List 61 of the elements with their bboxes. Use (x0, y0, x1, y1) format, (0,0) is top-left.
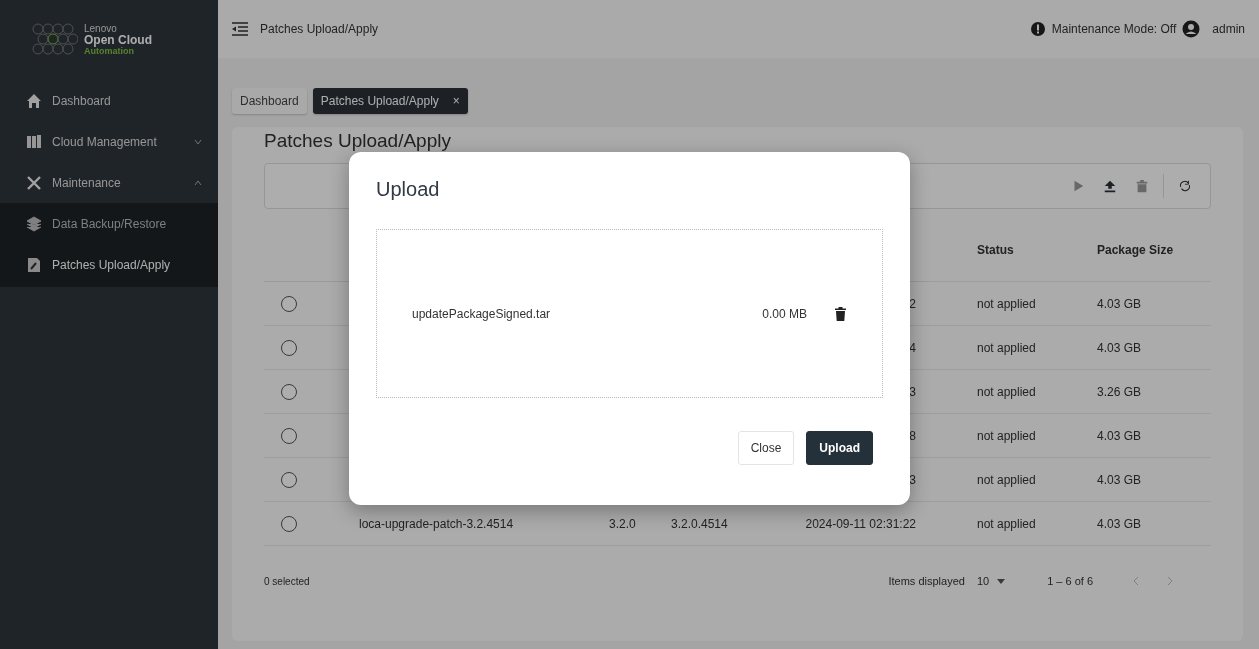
page-size-label: Items displayed (888, 575, 965, 587)
table-cell: 8 (909, 428, 916, 443)
table-cell: 3.2.0 (609, 516, 636, 531)
logo-text: Automation (84, 46, 135, 57)
drop-zone[interactable]: updatePackageSigned.tar 0.00 MB (376, 229, 883, 398)
caret-icon (997, 578, 1006, 584)
sidebar-item[interactable]: Cloud Management (0, 121, 218, 162)
maintenance-mode-label: Maintenance Mode: Off (1051, 22, 1177, 36)
user-icon[interactable] (1182, 20, 1201, 38)
menu-icon[interactable] (232, 22, 248, 36)
upload-button[interactable]: Upload (806, 431, 873, 465)
table-cell: 4.03 GB (1097, 516, 1142, 531)
file-size: 0.00 MB (762, 306, 807, 321)
radio-button[interactable] (281, 295, 297, 312)
chevron-left-icon (1133, 576, 1139, 586)
chevron-right-icon (1167, 576, 1173, 586)
table-cell: not applied (977, 296, 1036, 311)
logo-text: Lenovo (84, 23, 118, 35)
table-cell: 2 (909, 296, 916, 311)
table-cell: 4.03 GB (1097, 472, 1142, 487)
user-name[interactable]: admin (1212, 22, 1245, 36)
page-range: 1 – 6 of 6 (1047, 575, 1093, 587)
column-header: Status (977, 243, 1014, 257)
radio-button[interactable] (281, 427, 297, 444)
table-cell: 4 (909, 340, 916, 355)
page-size-dropdown[interactable]: 10 (976, 575, 1006, 587)
tab[interactable]: Dashboard (232, 88, 307, 114)
table-cell: 2024-09-11 02:31:22 (805, 516, 916, 531)
table-cell: not applied (977, 384, 1036, 399)
sidebar-item[interactable]: Maintenance (0, 162, 218, 203)
selection-count: 0 selected (264, 575, 311, 587)
page-title: Patches Upload/Apply (264, 131, 452, 151)
radio-button[interactable] (281, 339, 297, 356)
table-cell: not applied (977, 340, 1036, 355)
table-cell: 3 (909, 472, 916, 487)
table-cell: 3.26 GB (1097, 384, 1142, 399)
table-cell: 4.03 GB (1097, 428, 1142, 443)
radio-button[interactable] (281, 515, 297, 532)
server-rack-icon (26, 133, 42, 150)
file-name: updatePackageSigned.tar (412, 306, 552, 321)
table-cell: loca-upgrade-patch-3.2.4514 (359, 516, 514, 531)
table-cell: 4.03 GB (1097, 340, 1142, 355)
home-icon (26, 92, 42, 109)
column-header: Package Size (1097, 243, 1174, 257)
tab[interactable]: Patches Upload/Apply × (312, 88, 468, 114)
table-cell: not applied (977, 516, 1036, 531)
radio-button[interactable] (281, 471, 297, 488)
table-cell: 3 (909, 384, 916, 399)
radio-button[interactable] (281, 383, 297, 400)
dialog-title: Upload (376, 178, 441, 201)
layers-icon (26, 215, 42, 232)
delete-icon[interactable] (835, 306, 846, 321)
breadcrumb: Patches Upload/Apply (260, 22, 380, 36)
table-cell: not applied (977, 428, 1036, 443)
close-button[interactable]: Close (737, 431, 795, 465)
table-cell: not applied (977, 472, 1036, 487)
logo-text: Open Cloud (84, 34, 152, 47)
sidebar-item[interactable]: Dashboard (0, 80, 218, 121)
alert-badge-icon (1029, 21, 1046, 37)
table-cell: 4.03 GB (1097, 296, 1142, 311)
table-cell: 3.2.0.4514 (671, 516, 728, 531)
